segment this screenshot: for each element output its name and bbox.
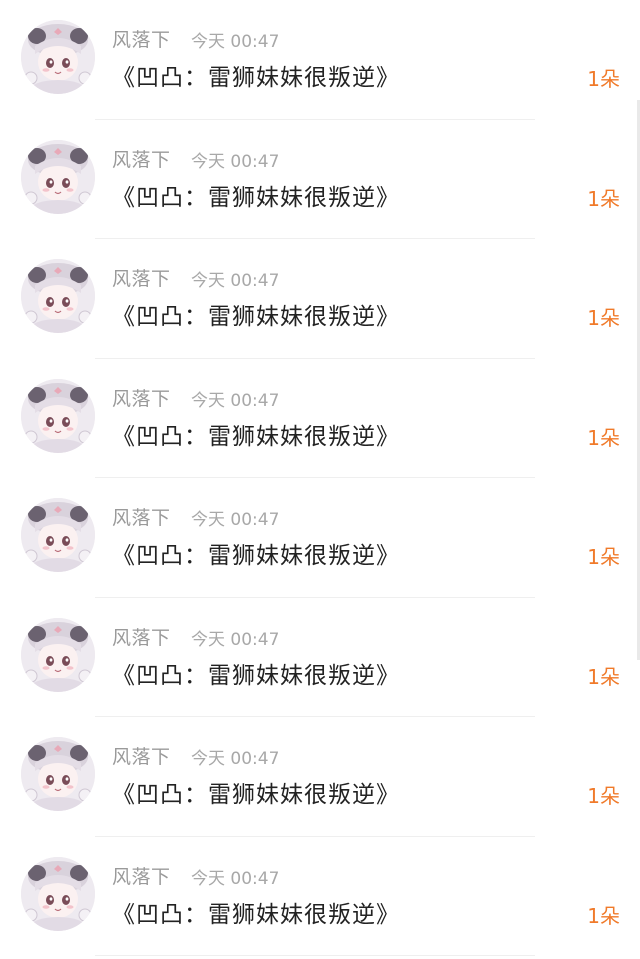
timestamp: 今天 00:47: [191, 271, 280, 291]
anime-girl-avatar-icon: [21, 498, 95, 572]
sender-name[interactable]: 风落下: [112, 145, 171, 172]
book-title[interactable]: 《凹凸：雷狮妹妹很叛逆》: [112, 178, 400, 212]
user-avatar[interactable]: [21, 20, 95, 94]
timestamp: 今天 00:47: [191, 868, 280, 889]
gift-count: 1朵: [587, 67, 620, 91]
user-avatar[interactable]: [21, 617, 95, 692]
anime-girl-avatar-icon: [21, 617, 95, 692]
book-title[interactable]: 《凹凸：雷狮妹妹很叛逆》: [112, 895, 400, 929]
list-item[interactable]: 风落下 今天 00:47 《凹凸：雷狮妹妹很叛逆》 1朵: [0, 239, 640, 359]
gift-count: 1朵: [587, 903, 620, 928]
anime-girl-avatar-icon: [21, 20, 95, 94]
book-title[interactable]: 《凹凸：雷狮妹妹很叛逆》: [112, 297, 400, 331]
sender-name[interactable]: 风落下: [112, 503, 171, 530]
timestamp: 今天 00:47: [191, 32, 280, 52]
user-avatar[interactable]: [21, 856, 95, 931]
sender-name[interactable]: 风落下: [112, 742, 171, 769]
list-item[interactable]: 风落下 今天 00:47 《凹凸：雷狮妹妹很叛逆》 1朵: [0, 717, 640, 837]
sender-name[interactable]: 风落下: [112, 264, 171, 291]
book-title[interactable]: 《凹凸：雷狮妹妹很叛逆》: [112, 536, 400, 570]
user-avatar[interactable]: [21, 498, 95, 572]
timestamp: 今天 00:47: [191, 510, 280, 530]
gift-record-list: 风落下 今天 00:47 《凹凸：雷狮妹妹很叛逆》 1朵 风落下 今天 00:4…: [0, 0, 640, 959]
book-title[interactable]: 《凹凸：雷狮妹妹很叛逆》: [112, 417, 400, 451]
user-avatar[interactable]: [21, 139, 95, 214]
list-item[interactable]: 风落下 今天 00:47 《凹凸：雷狮妹妹很叛逆》 1朵: [0, 598, 640, 717]
book-title[interactable]: 《凹凸：雷狮妹妹很叛逆》: [112, 58, 400, 92]
anime-girl-avatar-icon: [21, 378, 95, 453]
user-avatar[interactable]: [21, 378, 95, 453]
gift-count: 1朵: [587, 186, 620, 211]
sender-name[interactable]: 风落下: [112, 862, 171, 889]
list-item[interactable]: 风落下 今天 00:47 《凹凸：雷狮妹妹很叛逆》 1朵: [0, 0, 640, 120]
list-item[interactable]: 风落下 今天 00:47 《凹凸：雷狮妹妹很叛逆》 1朵: [0, 478, 640, 598]
anime-girl-avatar-icon: [21, 737, 95, 811]
gift-count: 1朵: [587, 545, 620, 569]
sender-name[interactable]: 风落下: [112, 25, 171, 52]
anime-girl-avatar-icon: [21, 139, 95, 214]
timestamp: 今天 00:47: [191, 390, 280, 411]
list-item[interactable]: 风落下 今天 00:47 《凹凸：雷狮妹妹很叛逆》 1朵: [0, 837, 640, 956]
divider: [95, 955, 535, 956]
sender-name[interactable]: 风落下: [112, 623, 171, 650]
gift-count: 1朵: [587, 784, 620, 808]
list-item[interactable]: 风落下 今天 00:47 《凹凸：雷狮妹妹很叛逆》 1朵: [0, 359, 640, 478]
anime-girl-avatar-icon: [21, 856, 95, 931]
anime-girl-avatar-icon: [21, 259, 95, 333]
gift-count: 1朵: [587, 664, 620, 689]
gift-count: 1朵: [587, 425, 620, 450]
timestamp: 今天 00:47: [191, 749, 280, 769]
user-avatar[interactable]: [21, 259, 95, 333]
list-item[interactable]: 风落下 今天 00:47 《凹凸：雷狮妹妹很叛逆》 1朵: [0, 120, 640, 239]
timestamp: 今天 00:47: [191, 629, 280, 650]
sender-name[interactable]: 风落下: [112, 384, 171, 411]
book-title[interactable]: 《凹凸：雷狮妹妹很叛逆》: [112, 775, 400, 809]
timestamp: 今天 00:47: [191, 151, 280, 172]
book-title[interactable]: 《凹凸：雷狮妹妹很叛逆》: [112, 656, 400, 690]
gift-count: 1朵: [587, 306, 620, 330]
user-avatar[interactable]: [21, 737, 95, 811]
